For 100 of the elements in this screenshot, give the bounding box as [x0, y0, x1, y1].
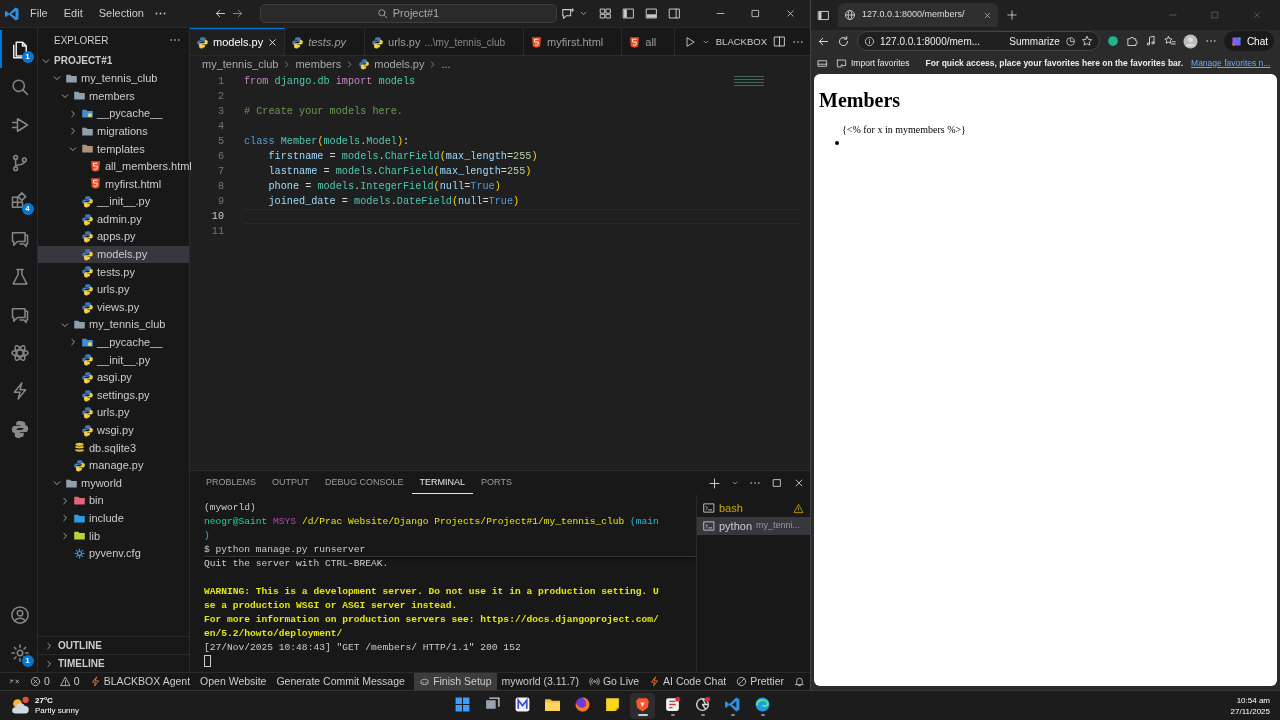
back-arrow-icon[interactable]: [213, 7, 227, 20]
chevron-down-icon[interactable]: [578, 9, 588, 18]
tree-item[interactable]: myfirst.html: [38, 175, 189, 193]
manage-favorites-link[interactable]: Manage favorites n...: [1191, 56, 1271, 70]
avatar-icon[interactable]: [1182, 33, 1198, 49]
tree-item[interactable]: admin.py: [38, 210, 189, 228]
tree-item[interactable]: bin: [38, 491, 189, 510]
sidebar-toggle-icon[interactable]: [621, 7, 635, 20]
tree-item[interactable]: lib: [38, 527, 189, 545]
tree-item[interactable]: models.py: [38, 245, 189, 264]
secondary-sidebar-icon[interactable]: [667, 7, 681, 20]
plus-icon[interactable]: [708, 476, 721, 490]
browser-tab[interactable]: 127.0.0.1:8000/members/: [838, 3, 998, 27]
address-bar[interactable]: 127.0.0.1:8000/mem... Summarize: [857, 31, 1100, 51]
music-icon[interactable]: [1144, 35, 1157, 47]
tree-item[interactable]: __pycache__: [38, 333, 189, 352]
flask-icon[interactable]: [9, 267, 30, 287]
snip-icon: [664, 695, 681, 713]
extension-badge-icon[interactable]: [1106, 35, 1119, 47]
sidebar-icon[interactable]: [817, 8, 830, 22]
maximize-icon[interactable]: [771, 477, 783, 489]
tree-item[interactable]: urls.py: [38, 403, 189, 422]
panel-tab[interactable]: DEBUG CONSOLE: [317, 471, 412, 495]
status-item[interactable]: AI Code Chat: [644, 673, 732, 690]
tree-item[interactable]: my_tennis_club: [38, 315, 189, 334]
html-file-icon: [89, 159, 102, 173]
command-center-field[interactable]: Project#1: [259, 4, 557, 23]
tree-item[interactable]: views.py: [38, 298, 189, 316]
status-item[interactable]: 0: [25, 673, 55, 690]
breadcrumb-item[interactable]: ...: [441, 58, 451, 70]
status-item[interactable]: Generate Commit Message: [271, 673, 410, 690]
terminal-item[interactable]: python my_tenni...: [697, 517, 810, 535]
atom-icon[interactable]: [9, 343, 30, 363]
puzzle-icon[interactable]: [1125, 35, 1138, 47]
maximize-icon[interactable]: [750, 8, 761, 19]
panel-tab[interactable]: TERMINAL: [411, 471, 474, 495]
tree-item[interactable]: tests.py: [38, 263, 189, 281]
tree-item[interactable]: migrations: [38, 122, 189, 140]
import-favorites-button[interactable]: Import favorites: [836, 57, 910, 69]
account-icon[interactable]: [9, 605, 30, 625]
panel-tab[interactable]: OUTPUT: [264, 471, 317, 495]
status-item[interactable]: myworld (3.11.7): [496, 673, 584, 690]
panel-tab[interactable]: PORTS: [473, 471, 520, 495]
chat-sparkle-icon[interactable]: [560, 6, 575, 21]
layout-icon[interactable]: [598, 7, 612, 20]
close-icon[interactable]: [793, 477, 805, 489]
section-header[interactable]: OUTLINE: [38, 636, 189, 654]
tree-item[interactable]: all_members.html: [38, 157, 189, 176]
tree-item[interactable]: wsgi.py: [38, 421, 189, 440]
status-item[interactable]: Prettier: [731, 673, 789, 690]
tree-item[interactable]: __init__.py: [38, 351, 189, 369]
tree-item[interactable]: urls.py: [38, 280, 189, 299]
status-item[interactable]: Finish Setup: [414, 673, 497, 690]
tree-item[interactable]: manage.py: [38, 456, 189, 475]
panel-tab[interactable]: PROBLEMS: [198, 471, 264, 495]
breadcrumb-item[interactable]: models.py: [374, 58, 425, 70]
tree-item[interactable]: myworld: [38, 474, 189, 492]
breadcrumb-item[interactable]: members: [295, 58, 342, 70]
tree-item[interactable]: asgi.py: [38, 368, 189, 387]
tree-item[interactable]: apps.py: [38, 227, 189, 246]
terminal-line: $ python manage.py runserver: [204, 543, 696, 557]
tree-item[interactable]: __init__.py: [38, 192, 189, 211]
bell-icon[interactable]: [794, 676, 805, 687]
close-icon[interactable]: [785, 8, 796, 19]
settings-icon[interactable]: [9, 643, 30, 663]
tree-item[interactable]: settings.py: [38, 386, 189, 404]
tree-item[interactable]: my_tennis_club: [38, 69, 189, 88]
forward-arrow-icon[interactable]: [230, 7, 244, 20]
remote-icon[interactable]: [9, 676, 20, 687]
menu-item[interactable]: Edit: [57, 3, 89, 24]
editor-tab[interactable]: models.py: [190, 28, 286, 55]
play-bug-icon[interactable]: [9, 115, 30, 135]
tree-root[interactable]: PROJECT#1: [38, 52, 189, 70]
panel-toggle-icon[interactable]: [644, 7, 658, 20]
status-item[interactable]: BLACKBOX Agent: [84, 673, 196, 690]
refresh-icon[interactable]: [837, 34, 850, 48]
favorites-icon[interactable]: [1163, 35, 1176, 47]
search-icon[interactable]: [9, 77, 30, 97]
tree-item[interactable]: __pycache__: [38, 104, 189, 123]
status-item[interactable]: Go Live: [583, 673, 645, 690]
toolbar-button[interactable]: BLACKBOX: [715, 36, 767, 47]
split-editor-icon[interactable]: [773, 35, 786, 48]
chevron-down-icon[interactable]: [731, 479, 739, 487]
terminal-item[interactable]: bash: [697, 499, 810, 517]
status-item[interactable]: 0: [54, 673, 85, 690]
breadcrumb-item[interactable]: my_tennis_club: [202, 58, 279, 70]
chat-icon[interactable]: [9, 229, 30, 249]
tree-item[interactable]: members: [38, 87, 189, 105]
status-item[interactable]: Open Website: [195, 673, 272, 690]
chat-button[interactable]: Chat: [1223, 31, 1274, 51]
tree-item[interactable]: templates: [38, 139, 189, 158]
menu-item[interactable]: Selection: [92, 3, 150, 24]
chat-icon[interactable]: [9, 305, 30, 325]
tree-item[interactable]: db.sqlite3: [38, 439, 189, 457]
tree-item[interactable]: pyvenv.cfg: [38, 544, 189, 563]
tree-item[interactable]: include: [38, 509, 189, 528]
plus-icon[interactable]: [1006, 9, 1018, 21]
menu-item[interactable]: File: [24, 3, 54, 24]
python-logo-icon[interactable]: [9, 419, 30, 439]
taskbar-app[interactable]: [630, 692, 655, 719]
